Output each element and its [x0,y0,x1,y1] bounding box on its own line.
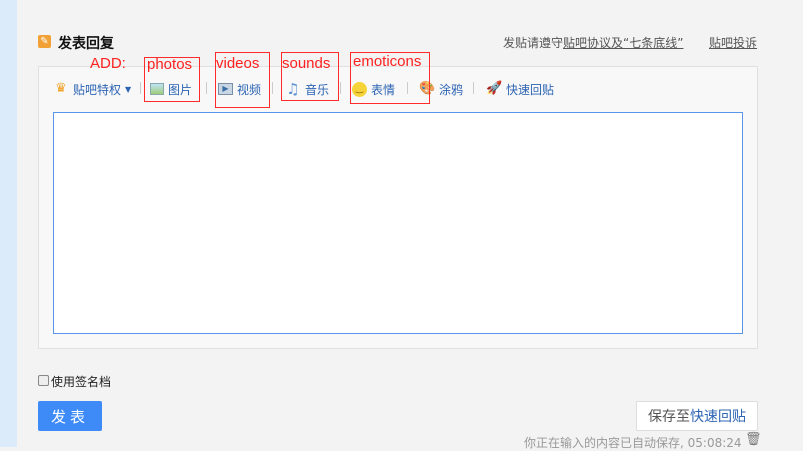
annotation-box-videos: videos [215,52,270,108]
section-title: 发表回复 [58,36,114,52]
save-to-quick-reply-button[interactable]: 保存至快速回贴 [636,401,758,431]
crown-icon: ♛ [55,81,67,96]
rocket-icon: 🚀 [486,81,503,96]
annotation-add: ADD: [90,55,126,72]
rules-link[interactable]: 贴吧协议及“七条底线” [563,36,683,50]
annotation-box-emoticons: emoticons [350,52,430,104]
divider [340,82,341,94]
caret-down-icon: ▼ [125,84,132,94]
edit-icon: ✎ [38,35,51,48]
annotation-photos: photos [147,56,193,73]
annotation-videos: videos [216,55,260,72]
rules-notice: 发贴请遵守贴吧协议及“七条底线” [503,34,683,51]
reply-editor[interactable] [53,112,743,334]
privilege-button[interactable]: ♛ 贴吧特权 ▼ [53,80,131,98]
post-button[interactable]: 发表 [38,401,102,431]
annotation-emoticons: emoticons [353,53,422,70]
signature-label: 使用签名档 [51,375,112,389]
divider [206,82,207,94]
left-sidebar-strip [0,0,17,447]
divider [140,82,141,94]
annotation-box-sounds: sounds [281,52,339,101]
complain-link[interactable]: 贴吧投诉 [709,34,757,51]
quick-reply-label: 快速回贴 [506,82,555,97]
autosave-status: 你正在输入的内容已自动保存, 05:08:24 [524,436,742,450]
save-link-label: 快速回贴 [690,409,746,425]
doodle-label: 涂鸦 [439,82,464,97]
signature-checkbox[interactable] [38,375,49,386]
save-prefix: 保存至 [648,409,690,425]
divider [473,82,474,94]
quick-reply-button[interactable]: 🚀 快速回贴 [486,80,554,98]
trash-icon[interactable]: 🗑 [745,432,762,447]
annotation-sounds: sounds [282,55,331,72]
privilege-label: 贴吧特权 [73,82,122,97]
rules-prefix: 发贴请遵守 [503,36,564,50]
annotation-box-photos: photos [144,56,200,102]
divider [272,82,273,94]
